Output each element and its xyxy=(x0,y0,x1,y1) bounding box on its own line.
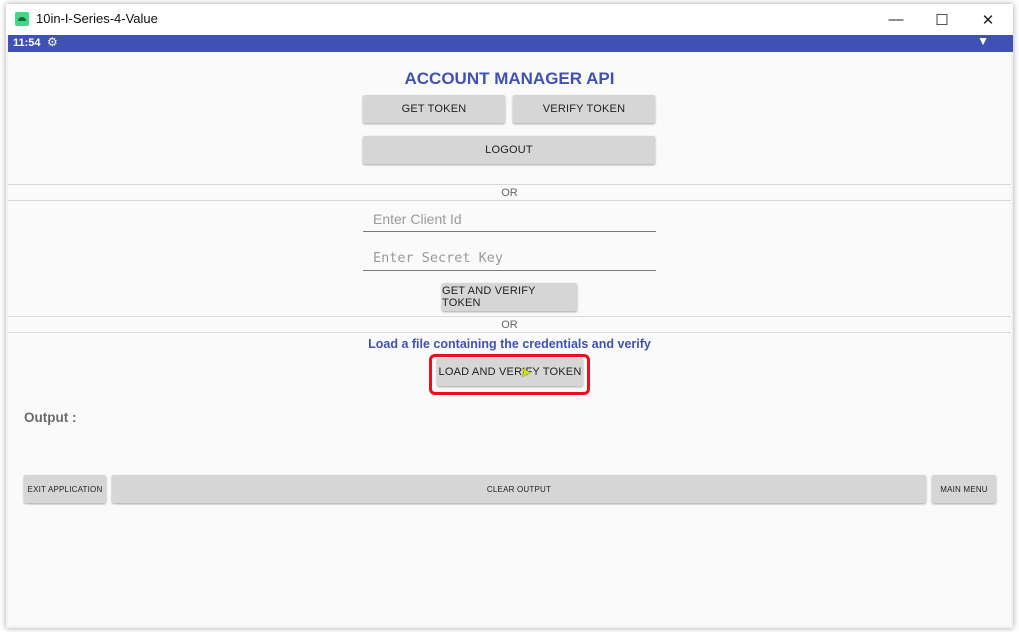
app-screen: ACCOUNT MANAGER API GET TOKEN VERIFY TOK… xyxy=(8,52,1011,626)
secret-key-field[interactable] xyxy=(363,246,666,271)
highlight-box xyxy=(429,354,590,395)
gear-icon: ⚙ xyxy=(47,35,58,49)
secret-key-input[interactable] xyxy=(363,246,666,270)
mouse-cursor-icon: ➤ xyxy=(520,364,532,380)
divider xyxy=(8,316,1011,317)
minimize-button[interactable]: — xyxy=(873,4,919,35)
android-app-icon xyxy=(15,12,29,26)
or-separator: OR xyxy=(501,187,518,199)
window-title: 10in-I-Series-4-Value xyxy=(36,11,158,26)
exit-application-button[interactable]: EXIT APPLICATION xyxy=(24,475,106,503)
android-status-bar: 11:54 ⚙ ▼ xyxy=(8,34,1013,52)
divider xyxy=(8,184,1011,185)
main-menu-button[interactable]: MAIN MENU xyxy=(932,475,996,503)
divider xyxy=(8,200,1011,201)
client-id-field[interactable] xyxy=(363,207,666,232)
wifi-icon: ▼ xyxy=(977,34,989,48)
verify-token-button[interactable]: VERIFY TOKEN xyxy=(513,95,655,123)
page-title: ACCOUNT MANAGER API xyxy=(404,69,615,88)
get-token-button[interactable]: GET TOKEN xyxy=(363,95,505,123)
logout-button[interactable]: LOGOUT xyxy=(363,136,655,164)
or-separator: OR xyxy=(501,319,518,331)
divider xyxy=(8,332,1011,333)
emulator-window: 10in-I-Series-4-Value — ☐ ✕ 11:54 ⚙ ▼ AC… xyxy=(6,4,1013,628)
output-label: Output : xyxy=(24,410,77,425)
client-id-input[interactable] xyxy=(363,207,666,231)
clear-output-button[interactable]: CLEAR OUTPUT xyxy=(112,475,926,503)
load-file-caption: Load a file containing the credentials a… xyxy=(368,337,651,351)
status-time: 11:54 xyxy=(13,37,41,49)
window-titlebar: 10in-I-Series-4-Value — ☐ ✕ xyxy=(6,4,1013,35)
close-button[interactable]: ✕ xyxy=(965,4,1011,35)
get-and-verify-token-button[interactable]: GET AND VERIFY TOKEN xyxy=(442,283,577,311)
maximize-button[interactable]: ☐ xyxy=(919,4,965,35)
